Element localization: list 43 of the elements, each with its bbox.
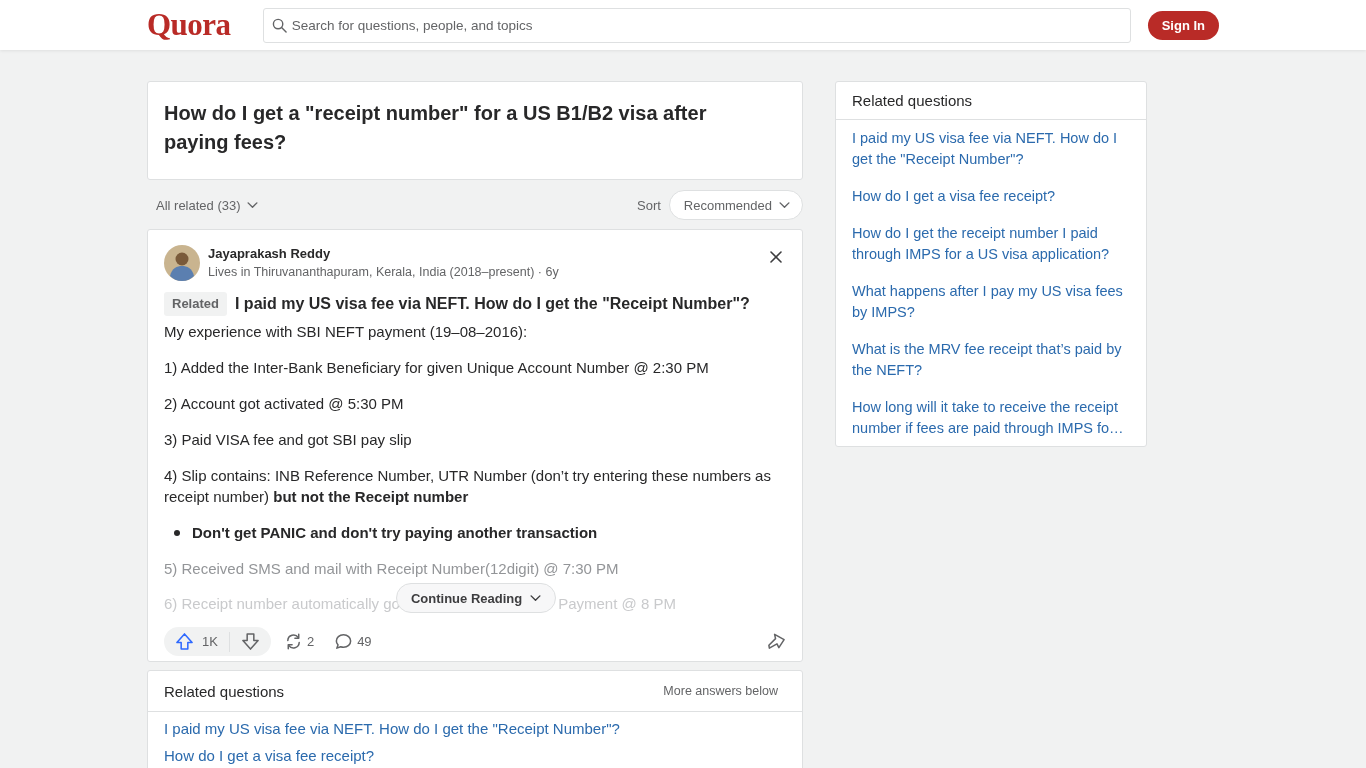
related-question-link[interactable]: How do I get the receipt number I paid through IMPS for a US visa application?	[852, 223, 1130, 265]
related-question-link[interactable]: I paid my US visa fee via NEFT. How do I get the "Receipt Number"?	[234, 295, 750, 313]
related-question-link[interactable]: I paid my US visa fee via NEFT. How do I get the "Receipt Number"?	[852, 128, 1130, 170]
answer-paragraph: 1) Added the Inter-Bank Beneficiary for given Unique Account Number @ 2:30 PM	[164, 358, 710, 378]
sort-label: Sort	[637, 197, 661, 213]
all-related-dropdown[interactable]: All related (33)	[147, 197, 267, 213]
answer-paragraph: 2) Account got activated @ 5:30 PM	[164, 394, 405, 414]
downvote-arrow-icon	[240, 632, 260, 651]
related-questions-title: Related questions	[164, 682, 285, 700]
sign-in-button[interactable]: Sign In	[1147, 10, 1219, 40]
answer-paragraph: 5) Received SMS and mail with Receipt Number(12digit) @ 7:30 PM	[164, 559, 620, 579]
chevron-down-icon	[779, 201, 790, 209]
answer-paragraph: My experience with SBI NEFT payment (19–08–2016):	[164, 322, 529, 342]
answer-paragraph: 4) Slip contains: INB Reference Number, UTR Number (don’t try entering these numbers as receipt number) but not the Receipt number	[164, 466, 772, 507]
avatar	[164, 245, 200, 281]
related-question-link[interactable]: How long will it take to receive the receipt number if fees are paid through IMPS fo…	[852, 397, 1130, 439]
logo[interactable]: Quora	[147, 8, 231, 42]
question-title: How do I get a "receipt number" for a US B1/B2 visa after paying fees?	[164, 101, 708, 155]
related-tag: Related	[164, 292, 227, 316]
author-credentials: Lives in Thiruvananthapuram, Kerala, India (2018–present) · 6y	[208, 264, 560, 281]
related-question-link[interactable]: How do I get a visa fee receipt?	[852, 186, 1130, 207]
search-field[interactable]: Search for questions, people, and topics	[262, 7, 1131, 43]
sort-dropdown[interactable]: Recommended	[668, 190, 803, 220]
related-questions-title: Related questions	[852, 92, 973, 109]
answer-paragraph: 3) Paid VISA fee and got SBI pay slip	[164, 430, 413, 450]
chevron-down-icon	[530, 594, 542, 602]
bullet-icon	[174, 529, 180, 536]
upvote-button[interactable]: 1K	[164, 627, 229, 656]
more-answers-note: More answers below	[663, 684, 778, 698]
chevron-down-icon	[246, 201, 258, 209]
upvote-arrow-icon	[175, 632, 194, 651]
speech-bubble-icon	[334, 632, 354, 651]
share-arrow-icon	[767, 632, 786, 651]
related-question-link[interactable]: How do I get a visa fee receipt?	[164, 745, 786, 766]
bullet-text: Don't get PANIC and don't try paying another transaction	[192, 523, 598, 543]
related-question-link[interactable]: I paid my US visa fee via NEFT. How do I get the "Receipt Number"?	[164, 718, 786, 739]
related-question-link[interactable]: What is the MRV fee receipt that’s paid by the NEFT?	[852, 339, 1130, 381]
close-icon	[770, 251, 782, 263]
search-icon	[271, 17, 287, 33]
author-name[interactable]: Jayaprakash Reddy	[208, 245, 766, 263]
comment-button[interactable]: 49	[327, 627, 379, 656]
reshare-button[interactable]: 2	[276, 627, 322, 656]
related-question-link[interactable]: What happens after I pay my US visa fees by IMPS?	[852, 281, 1130, 323]
